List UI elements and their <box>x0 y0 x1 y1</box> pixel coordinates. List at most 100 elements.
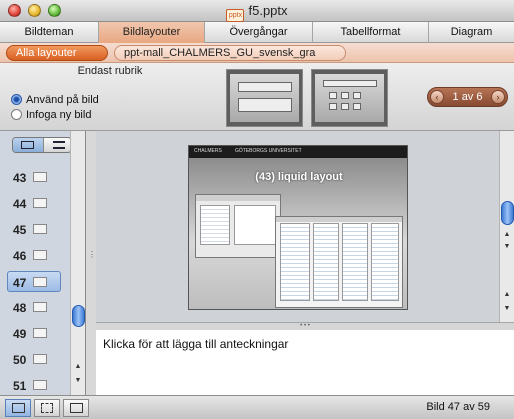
table-placeholder-icon <box>341 92 349 99</box>
slide-thumbnail-item-selected[interactable]: 47 <box>7 271 61 292</box>
scroll-down-icon[interactable]: ▼ <box>502 243 512 253</box>
gallery-page-counter: 1 av 6 <box>452 91 483 103</box>
outline-view-button[interactable] <box>43 138 71 152</box>
normal-view-icon <box>12 403 25 413</box>
outline-icon <box>53 141 65 149</box>
slide-number: 50 <box>13 353 27 367</box>
notes-placeholder[interactable]: Klicka för att lägga till anteckningar <box>103 337 288 351</box>
navigator-scroll-thumb[interactable] <box>72 305 85 327</box>
slide-thumbnail-item[interactable]: 46 <box>8 245 62 266</box>
slideshow-button[interactable] <box>63 399 89 417</box>
slide-number: 46 <box>13 249 27 263</box>
all-layouts-button[interactable]: Alla layouter <box>6 45 108 61</box>
thumbnail-icon <box>21 141 34 149</box>
slide-mini-thumbnail <box>33 354 47 364</box>
radio-unselected-icon <box>11 109 22 120</box>
slide-sorter-icon <box>41 403 53 413</box>
slide-thumbnail-item[interactable]: 43 <box>8 167 62 188</box>
previous-slide-icon[interactable]: ▲ <box>502 291 512 301</box>
layout-thumbnail-content[interactable] <box>311 69 388 127</box>
media-placeholder-icon <box>341 103 349 110</box>
chart-placeholder-icon <box>329 92 337 99</box>
ribbon-tabs: Bildteman Bildlayouter Övergångar Tabell… <box>0 22 514 43</box>
tab-tabellformat[interactable]: Tabellformat <box>313 22 429 43</box>
insert-new-slide-radio[interactable]: Infoga ny bild <box>11 109 91 121</box>
tab-diagram[interactable]: Diagram <box>429 22 514 43</box>
apply-to-slide-radio[interactable]: Använd på bild <box>11 94 99 106</box>
tab-overgangar[interactable]: Övergångar <box>205 22 313 43</box>
slide-body: (43) liquid layout <box>189 158 407 309</box>
pane-splitter-handle[interactable]: ⋮ <box>88 250 96 264</box>
slide-mini-thumbnail <box>33 277 47 287</box>
status-bar: Bild 47 av 59 <box>0 395 514 419</box>
gu-logo: GÖTEBORGS UNIVERSITET <box>235 148 302 154</box>
layout-thumbnail-title-only[interactable] <box>226 69 303 127</box>
navigator-scrollbar[interactable]: ▲ ▼ <box>70 131 85 395</box>
slide-number: 51 <box>13 379 27 393</box>
embedded-screenshot-browser <box>275 216 403 308</box>
slide-mini-thumbnail <box>33 198 47 208</box>
pptx-document-icon: pptx <box>226 9 245 22</box>
app-window: pptx f5.pptx Bildteman Bildlayouter Överg… <box>0 0 514 419</box>
picture-placeholder-icon <box>353 92 361 99</box>
chalmers-logo: CHALMERS <box>194 148 222 154</box>
thumbnail-view-button[interactable] <box>13 138 43 152</box>
clipart-placeholder-icon <box>353 103 361 110</box>
slide-mini-thumbnail <box>33 250 47 260</box>
slide-sorter-button[interactable] <box>34 399 60 417</box>
insert-new-slide-label: Infoga ny bild <box>26 109 92 121</box>
current-slide[interactable]: CHALMERS GÖTEBORGS UNIVERSITET (43) liqu… <box>188 145 408 310</box>
slide-thumbnail-item[interactable]: 48 <box>8 297 62 318</box>
slide-mini-thumbnail <box>33 380 47 390</box>
slide-header-bar: CHALMERS GÖTEBORGS UNIVERSITET <box>189 146 407 158</box>
apply-to-slide-label: Använd på bild <box>26 94 99 106</box>
slide-mini-thumbnail <box>33 328 47 338</box>
previous-page-icon[interactable]: ‹ <box>430 90 444 104</box>
embedded-screenshot-dialog <box>195 194 281 258</box>
scroll-down-icon[interactable]: ▼ <box>73 377 83 387</box>
slide-thumbnail-item[interactable]: 44 <box>8 193 62 214</box>
slide-number: 45 <box>13 223 27 237</box>
window-title-text: f5.pptx <box>248 3 288 18</box>
slide-scroll-thumb[interactable] <box>501 201 514 225</box>
slide-editor: CHALMERS GÖTEBORGS UNIVERSITET (43) liqu… <box>96 131 499 322</box>
title-placeholder <box>238 82 292 92</box>
scroll-up-icon[interactable]: ▲ <box>502 231 512 241</box>
slide-thumbnail-item[interactable]: 45 <box>8 219 62 240</box>
gallery-pager: ‹ 1 av 6 › <box>427 87 508 107</box>
next-page-icon[interactable]: › <box>491 90 505 104</box>
layout-filter-bar: Alla layouter ppt-mall_CHALMERS_GU_svens… <box>0 43 514 63</box>
title-placeholder <box>323 80 377 87</box>
slide-mini-thumbnail <box>33 302 47 312</box>
notes-pane[interactable]: Klicka för att lägga till anteckningar <box>96 330 514 395</box>
layout-gallery: Endast rubrik Använd på bild Infoga ny b… <box>0 63 514 131</box>
slide-thumbnail-list: 43 44 45 46 47 48 49 50 51 <box>0 159 70 395</box>
window-title: pptx f5.pptx <box>0 3 514 22</box>
scroll-up-icon[interactable]: ▲ <box>73 363 83 373</box>
smartart-placeholder-icon <box>329 103 337 110</box>
slide-scrollbar[interactable]: ▲ ▼ ▲ ▼ <box>499 131 514 322</box>
navigator-view-toggle <box>12 137 72 153</box>
slide-number: 44 <box>13 197 27 211</box>
selected-layout-label: Endast rubrik <box>77 65 143 77</box>
slideshow-icon <box>70 403 83 413</box>
slide-number: 43 <box>13 171 27 185</box>
template-layouts-button[interactable]: ppt-mall_CHALMERS_GU_svensk_gra <box>114 45 346 61</box>
title-bar: pptx f5.pptx <box>0 0 514 22</box>
radio-selected-icon <box>11 94 22 105</box>
slide-navigator: 43 44 45 46 47 48 49 50 51 ▲ ▼ <box>0 131 86 395</box>
slide-thumbnail-item[interactable]: 51 <box>8 375 62 395</box>
slide-number: 49 <box>13 327 27 341</box>
tab-bildlayouter[interactable]: Bildlayouter <box>99 22 205 43</box>
slide-title[interactable]: (43) liquid layout <box>189 171 407 183</box>
slide-number: 47 <box>13 276 27 290</box>
slide-thumbnail-item[interactable]: 49 <box>8 323 62 344</box>
tab-bildteman[interactable]: Bildteman <box>0 22 99 43</box>
content-placeholder <box>238 98 292 112</box>
slide-mini-thumbnail <box>33 172 47 182</box>
slide-thumbnail-item[interactable]: 50 <box>8 349 62 370</box>
slide-mini-thumbnail <box>33 224 47 234</box>
next-slide-icon[interactable]: ▼ <box>502 305 512 315</box>
normal-view-button[interactable] <box>5 399 31 417</box>
notes-splitter-handle[interactable]: • • • <box>96 322 514 330</box>
